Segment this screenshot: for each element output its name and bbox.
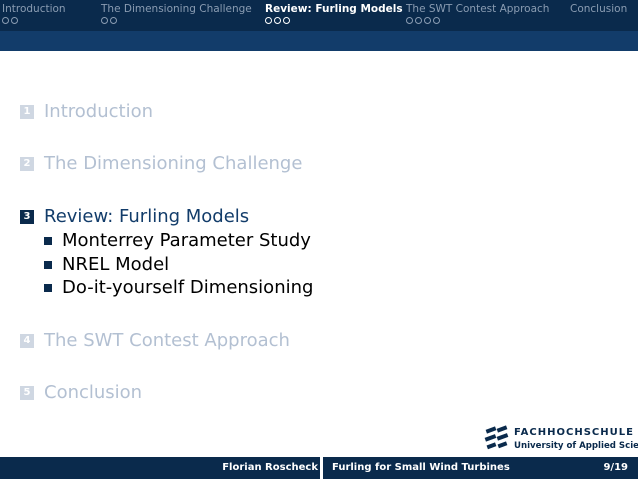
toc-section-introduction[interactable]: 1 Introduction: [20, 101, 153, 122]
logo-subtitle: University of Applied Sciences: [514, 441, 638, 451]
nav-dot[interactable]: [2, 17, 9, 24]
logo-name: FACHHOCHSCHULE KIEL: [514, 427, 638, 438]
fh-kiel-logo-icon: [484, 425, 509, 450]
subsection-title: Do-it-yourself Dimensioning: [62, 277, 314, 298]
section-title: The SWT Contest Approach: [44, 330, 290, 351]
bullet-square: [44, 260, 52, 269]
footer-bar: Florian Roscheck Furling for Small Wind …: [0, 457, 638, 479]
section-number-badge: 3: [20, 209, 34, 224]
section-number-badge: 1: [20, 104, 34, 119]
nav-dot[interactable]: [11, 17, 18, 24]
toc-section-swt-contest-approach[interactable]: 4 The SWT Contest Approach: [20, 330, 290, 351]
section-number-badge: 2: [20, 156, 34, 171]
toc-section-conclusion[interactable]: 5 Conclusion: [20, 382, 142, 403]
toc-subsection-diy[interactable]: Do-it-yourself Dimensioning: [44, 277, 313, 298]
footer-author: Florian Roscheck: [222, 462, 318, 473]
footer-title: Furling for Small Wind Turbines: [332, 462, 510, 473]
section-number-badge: 5: [20, 385, 34, 400]
university-logo: FACHHOCHSCHULE KIEL University of Applie…: [484, 425, 638, 455]
toc-subsection-nrel[interactable]: NREL Model: [44, 254, 169, 275]
table-of-contents: 1 Introduction 2 The Dimensioning Challe…: [20, 0, 620, 420]
page-number: 9/19: [603, 462, 628, 473]
toc-section-furling-models[interactable]: 3 Review: Furling Models: [20, 206, 249, 227]
section-title: Conclusion: [44, 382, 143, 403]
section-title: The Dimensioning Challenge: [44, 153, 303, 174]
toc-subsection-monterrey[interactable]: Monterrey Parameter Study: [44, 230, 311, 251]
toc-section-dimensioning-challenge[interactable]: 2 The Dimensioning Challenge: [20, 153, 302, 174]
subsection-title: Monterrey Parameter Study: [62, 230, 311, 251]
section-title: Introduction: [44, 101, 154, 122]
subsection-title: NREL Model: [62, 254, 170, 275]
footer-divider: [320, 457, 323, 479]
nav-dots-introduction: [2, 17, 18, 24]
bullet-square: [44, 283, 52, 292]
section-number-badge: 4: [20, 333, 34, 348]
bullet-square: [44, 236, 52, 245]
section-title: Review: Furling Models: [44, 206, 250, 227]
